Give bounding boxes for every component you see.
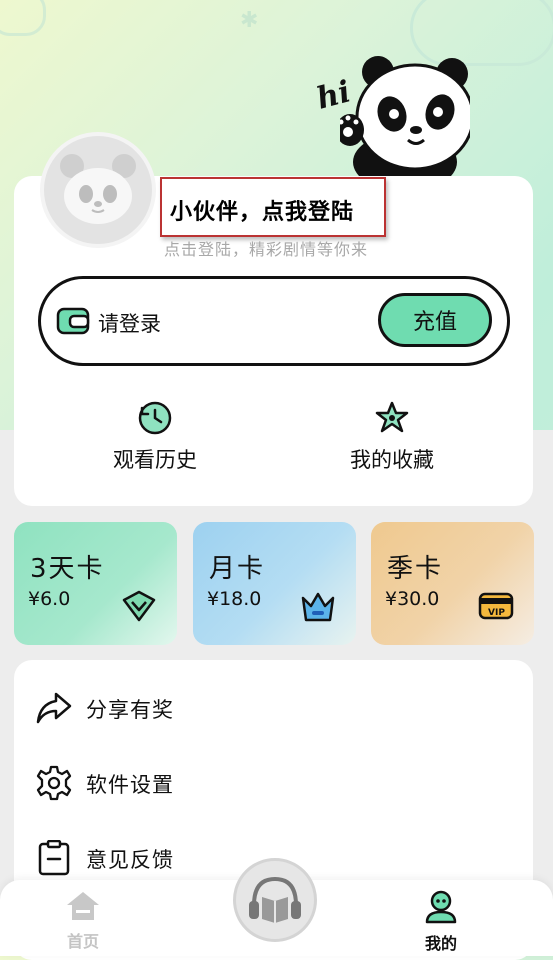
background-decoration (0, 0, 46, 36)
panda-mascot-illustration (340, 56, 470, 182)
share-icon (36, 692, 72, 724)
vip-card-price: ¥30.0 (385, 588, 440, 610)
menu-item-label: 分享有奖 (86, 698, 174, 722)
headphone-book-icon (249, 876, 301, 923)
tab-home-label: 首页 (66, 932, 99, 951)
tab-mine[interactable]: 我的 (410, 890, 472, 954)
tab-mine-label: 我的 (424, 934, 457, 953)
vip-card-3day[interactable]: 3天卡 ¥6.0 (14, 522, 177, 645)
vip-card-price: ¥18.0 (207, 588, 262, 610)
watch-history-label: 观看历史 (113, 448, 197, 472)
diamond-icon (122, 590, 156, 622)
feedback-clipboard-icon (38, 840, 70, 876)
vip-ticket-icon: VIP (478, 592, 514, 620)
avatar[interactable] (40, 132, 156, 248)
menu-item-label: 软件设置 (86, 773, 174, 797)
user-profile-icon (425, 890, 457, 924)
gear-icon (36, 765, 72, 801)
vip-card-month[interactable]: 月卡 ¥18.0 (193, 522, 356, 645)
favorite-star-icon (375, 401, 409, 433)
wallet-login-label[interactable]: 请登录 (98, 308, 161, 338)
watch-history-button[interactable]: 观看历史 (85, 400, 225, 474)
svg-text:VIP: VIP (488, 608, 505, 618)
my-favorites-label: 我的收藏 (350, 448, 434, 472)
home-icon (67, 892, 99, 920)
recharge-button[interactable]: 充值 (378, 293, 492, 347)
history-icon (138, 401, 172, 435)
tab-home[interactable]: 首页 (52, 890, 114, 952)
wallet-icon (56, 307, 90, 335)
login-title[interactable]: 小伙伴，点我登陆 (170, 194, 354, 226)
background-star-decoration: ✱ (240, 8, 259, 33)
panda-avatar-icon (60, 154, 136, 224)
login-subtitle: 点击登陆，精彩剧情等你来 (164, 240, 369, 259)
vip-card-price: ¥6.0 (28, 588, 71, 610)
my-favorites-button[interactable]: 我的收藏 (322, 400, 462, 474)
menu-item-label: 意见反馈 (86, 848, 174, 872)
recharge-button-label: 充值 (412, 310, 457, 335)
crown-icon (301, 592, 335, 622)
center-audio-book-button[interactable] (233, 858, 317, 942)
vip-card-title: 季卡 (387, 554, 444, 584)
vip-card-title: 月卡 (209, 554, 266, 584)
vip-card-title: 3天卡 (30, 554, 105, 584)
vip-card-season[interactable]: 季卡 ¥30.0 VIP (371, 522, 534, 645)
